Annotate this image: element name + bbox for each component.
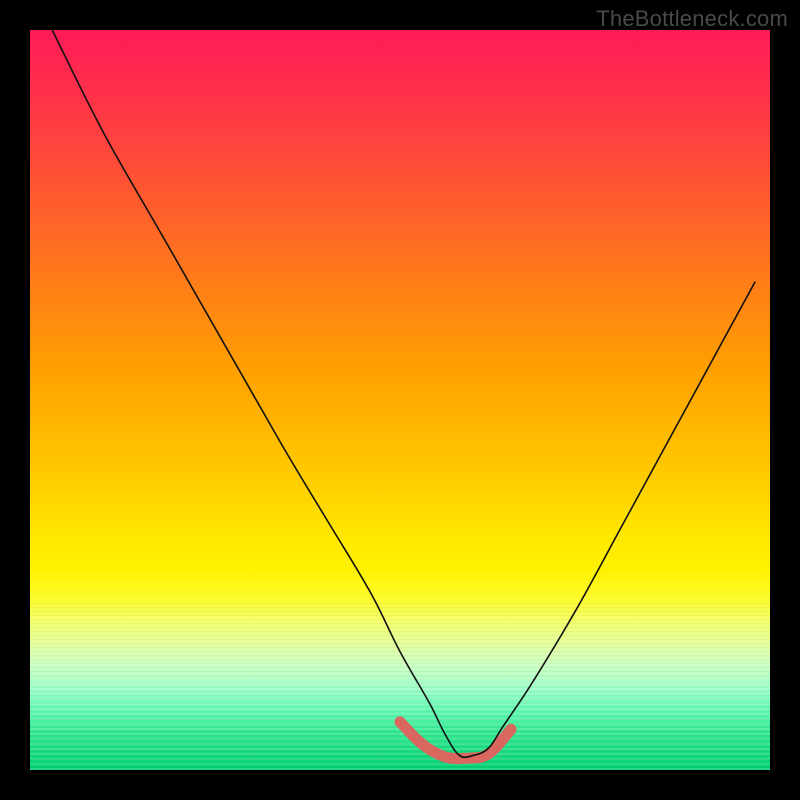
- plot-area: [30, 30, 770, 770]
- watermark-text: TheBottleneck.com: [596, 6, 788, 32]
- chart-frame: TheBottleneck.com: [0, 0, 800, 800]
- bottleneck-curve: [52, 30, 755, 757]
- curve-layer: [30, 30, 770, 770]
